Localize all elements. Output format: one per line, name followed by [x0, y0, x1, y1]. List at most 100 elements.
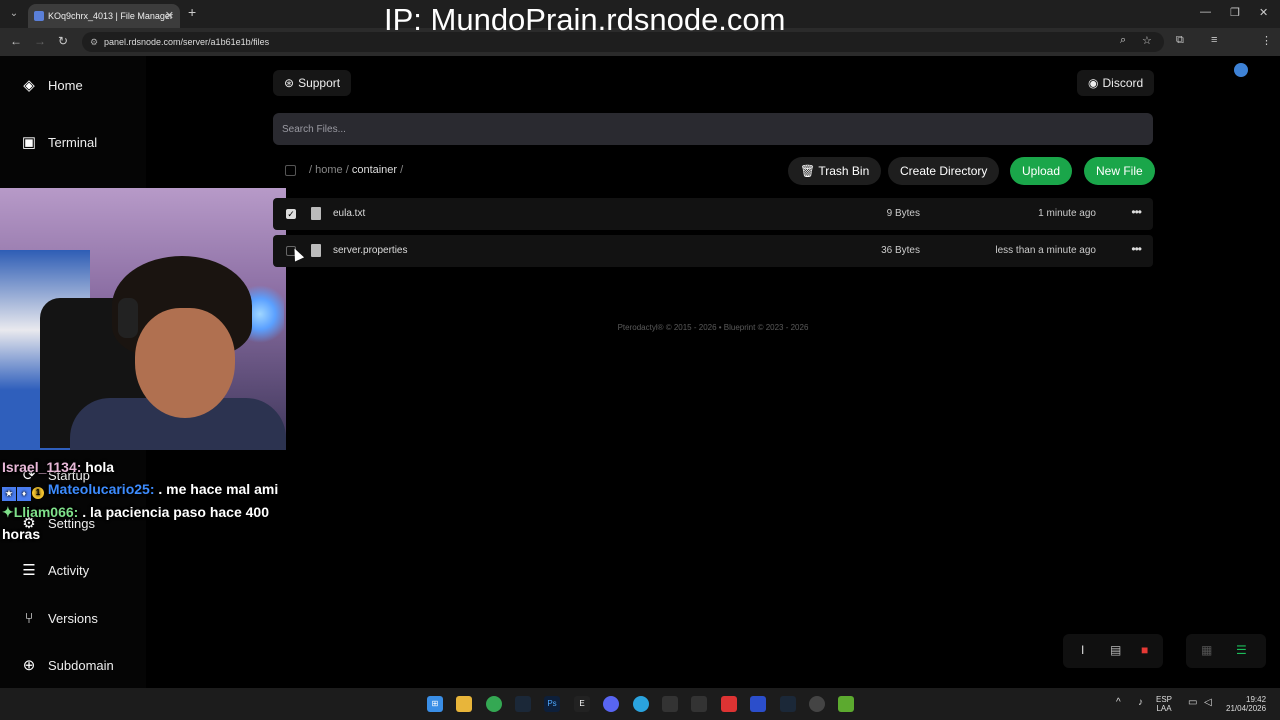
browser-tab[interactable]: KOq9chrx_4013 | File Manager ✕: [28, 4, 180, 28]
url-text: panel.rdsnode.com/server/a1b61e1b/files: [104, 37, 270, 47]
maximize-icon[interactable]: ❐: [1230, 6, 1240, 19]
discord-app-icon[interactable]: [603, 696, 619, 712]
file-explorer-icon[interactable]: [456, 696, 472, 712]
tab-title: KOq9chrx_4013 | File Manager: [48, 11, 173, 21]
new-file-label: New File: [1096, 164, 1143, 178]
tab-search-icon[interactable]: ⌄: [6, 6, 22, 22]
discord-label: Discord: [1102, 76, 1144, 90]
webcam-overlay: [0, 188, 286, 450]
support-button[interactable]: ⊛ Support: [273, 70, 352, 96]
discord-icon: ◉: [1088, 76, 1099, 90]
archive-icon[interactable]: ▤: [1110, 643, 1121, 657]
file-name[interactable]: eula.txt: [333, 208, 365, 219]
photoshop-icon[interactable]: Ps: [544, 696, 560, 712]
volume-icon[interactable]: ◁: [1204, 698, 1212, 708]
chat-message: ★ ♦ 1 Mateolucario25: . me hace mal ami: [2, 478, 282, 501]
list-view-icon[interactable]: ☰: [1236, 643, 1247, 657]
language-bottom: LAA: [1156, 704, 1172, 713]
sidebar-item-label: Home: [48, 78, 83, 93]
app-icon[interactable]: [721, 696, 737, 712]
chat-message: Israel_1134: hola: [2, 456, 282, 478]
select-all-checkbox[interactable]: [285, 165, 296, 176]
start-icon[interactable]: ⊞: [427, 696, 443, 712]
sidebar-item-versions[interactable]: ⑂ Versions: [8, 597, 138, 641]
windows-taskbar: ⊞ Ps E ^ ♪ ESP LAA ▭ ◁ 19:42 21/04/2026: [0, 688, 1280, 720]
file-checkbox[interactable]: ✓: [286, 209, 296, 219]
sidebar-item-label: Activity: [48, 563, 90, 578]
search-input[interactable]: [273, 113, 1153, 145]
trash-bin-label: Trash Bin: [818, 164, 870, 178]
mass-actions-bar: I ▤ ■: [1063, 634, 1163, 668]
globe-icon: ⊕: [22, 657, 36, 674]
view-toggle-bar: ▦ ☰: [1186, 634, 1266, 668]
delete-icon[interactable]: ■: [1141, 643, 1148, 657]
chat-message: ✦Lliam066: . la paciencia paso hace 400 …: [2, 501, 282, 545]
terminal-icon: ▣: [21, 134, 37, 151]
chat-username: Lliam066:: [13, 504, 79, 520]
sidebar-item-home[interactable]: ◈ Home: [8, 64, 138, 108]
app-icon[interactable]: [809, 696, 825, 712]
gift-badge-icon: ♦: [17, 487, 31, 501]
sidebar-item-subdomain[interactable]: ⊕ Subdomain: [8, 644, 138, 688]
file-size: 9 Bytes: [886, 208, 920, 219]
site-info-icon[interactable]: ⚙: [90, 32, 98, 52]
app-icon[interactable]: [750, 696, 766, 712]
more-options-icon[interactable]: •••: [1131, 205, 1142, 219]
network-icon[interactable]: ▭: [1188, 698, 1197, 708]
chat-text: . me hace mal ami: [154, 481, 279, 497]
chat-username: Mateolucario25:: [47, 481, 155, 497]
discord-button[interactable]: ◉ Discord: [1077, 70, 1155, 96]
media-icon[interactable]: ≡: [1211, 34, 1217, 46]
back-icon[interactable]: ←: [10, 34, 22, 48]
file-size: 36 Bytes: [881, 245, 920, 256]
minecraft-icon[interactable]: [838, 696, 854, 712]
obs-icon[interactable]: [691, 696, 707, 712]
chat-text: hola: [81, 459, 115, 475]
chrome-icon[interactable]: [486, 696, 502, 712]
file-name[interactable]: server.properties: [333, 245, 407, 256]
tab-favicon-icon: [34, 11, 44, 21]
file-row[interactable]: server.properties 36 Bytes less than a m…: [273, 235, 1153, 267]
zoom-icon[interactable]: ⌕: [1120, 34, 1126, 47]
more-options-icon[interactable]: •••: [1131, 242, 1142, 256]
window-close-icon[interactable]: ✕: [1259, 6, 1268, 19]
tray-chevron-icon[interactable]: ^: [1116, 698, 1121, 708]
bookmark-star-icon[interactable]: ☆: [1142, 34, 1152, 47]
language-indicator[interactable]: ESP LAA: [1156, 695, 1172, 713]
file-row[interactable]: ✓ eula.txt 9 Bytes 1 minute ago •••: [273, 198, 1153, 230]
grid-view-icon[interactable]: ▦: [1201, 643, 1212, 657]
steam-icon[interactable]: [515, 696, 531, 712]
new-file-button[interactable]: New File: [1084, 157, 1155, 185]
sidebar-item-label: Terminal: [48, 135, 98, 150]
footer-text: Pterodactyl® © 2015 - 2026 • Blueprint ©…: [617, 323, 809, 332]
webcam-headset: [118, 298, 138, 338]
minimize-icon[interactable]: —: [1200, 6, 1211, 18]
clock-time: 19:42: [1246, 695, 1267, 704]
profile-avatar[interactable]: [1234, 63, 1248, 77]
sidebar-item-terminal[interactable]: ▣ Terminal: [8, 121, 138, 165]
forward-icon[interactable]: →: [34, 34, 46, 48]
telegram-icon[interactable]: [633, 696, 649, 712]
browser-menu-icon[interactable]: ⋮: [1261, 34, 1272, 47]
create-directory-button[interactable]: Create Directory: [888, 157, 1000, 185]
file-icon: [311, 244, 321, 257]
clock[interactable]: 19:42 21/04/2026: [1226, 695, 1266, 713]
extensions-icon[interactable]: ⧉: [1176, 34, 1184, 47]
epic-games-icon[interactable]: E: [574, 696, 590, 712]
rename-icon[interactable]: I: [1081, 643, 1084, 657]
mic-icon[interactable]: ♪: [1138, 698, 1143, 708]
create-directory-label: Create Directory: [900, 164, 988, 178]
sidebar-item-activity[interactable]: ☰ Activity: [8, 549, 138, 593]
breadcrumb-container[interactable]: container: [352, 164, 397, 176]
trash-bin-button[interactable]: 🗑︎ Trash Bin: [788, 157, 882, 185]
reload-icon[interactable]: ↻: [58, 34, 68, 48]
sidebar-item-label: Subdomain: [48, 658, 114, 673]
bits-badge-icon: 1: [32, 487, 44, 499]
capcut-icon[interactable]: [662, 696, 678, 712]
new-tab-icon[interactable]: +: [188, 4, 196, 20]
file-icon: [311, 207, 321, 220]
tab-close-icon[interactable]: ✕: [165, 4, 174, 28]
breadcrumb-home[interactable]: home: [315, 164, 343, 176]
steam-icon[interactable]: [780, 696, 796, 712]
upload-button[interactable]: Upload: [1010, 157, 1073, 185]
